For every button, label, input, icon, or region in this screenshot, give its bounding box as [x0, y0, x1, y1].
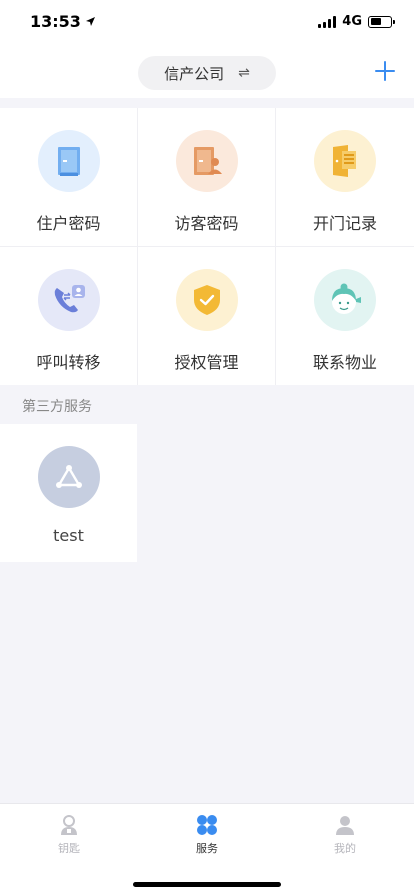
clock-text: 13:53 [30, 12, 81, 31]
person-icon [336, 816, 354, 835]
network-label: 4G [342, 14, 362, 29]
signal-icon [318, 15, 337, 28]
tab-label: 我的 [334, 842, 356, 855]
company-switch-button[interactable]: 信产公司 ⇌ [138, 56, 276, 90]
shield-check-icon [175, 269, 238, 331]
service-label: 访客密码 [174, 214, 239, 233]
swap-icon: ⇌ [238, 65, 250, 81]
tab-keys[interactable]: 钥匙 [0, 814, 138, 856]
service-label: 联系物业 [312, 353, 377, 372]
battery-icon [368, 15, 395, 28]
service-resident-password[interactable]: 住户密码 [0, 108, 137, 246]
service-label: 住户密码 [36, 214, 101, 233]
home-indicator [133, 882, 281, 887]
location-arrow-icon [85, 17, 95, 26]
service-grid: 住户密码 访客密码 开门记录 呼叫转移 授权管理 联系物业 [0, 108, 414, 385]
service-open-records[interactable]: 开门记录 [276, 108, 414, 246]
service-call-forward[interactable]: 呼叫转移 [0, 247, 137, 385]
key-user-icon [61, 815, 77, 835]
status-time: 13:53 [30, 12, 96, 31]
tab-profile[interactable]: 我的 [276, 814, 414, 856]
service-contact-property[interactable]: 联系物业 [276, 247, 414, 385]
add-icon[interactable] [374, 60, 396, 82]
clover-grid-icon [197, 815, 217, 835]
company-name: 信产公司 [164, 64, 225, 83]
tab-label: 钥匙 [58, 842, 80, 855]
third-party-title: 第三方服务 [22, 399, 92, 415]
open-record-icon [314, 130, 376, 192]
tab-label: 服务 [196, 842, 218, 855]
third-party-grid: test [0, 424, 137, 562]
visitor-door-icon [175, 130, 238, 192]
service-authorization[interactable]: 授权管理 [138, 247, 275, 385]
service-label: test [53, 526, 84, 545]
service-label: 授权管理 [174, 353, 239, 372]
status-indicators: 4G [318, 14, 395, 29]
property-staff-icon [314, 269, 376, 331]
call-forward-icon [37, 269, 100, 331]
header: 信产公司 ⇌ [0, 46, 414, 98]
door-icon [37, 130, 100, 192]
service-label: 呼叫转移 [36, 353, 101, 372]
service-visitor-password[interactable]: 访客密码 [138, 108, 275, 246]
service-label: 开门记录 [312, 214, 377, 233]
tab-services[interactable]: 服务 [138, 814, 276, 856]
status-bar: 13:53 4G [0, 0, 414, 46]
share-triangle-icon [37, 446, 100, 508]
third-party-item-test[interactable]: test [0, 424, 137, 562]
